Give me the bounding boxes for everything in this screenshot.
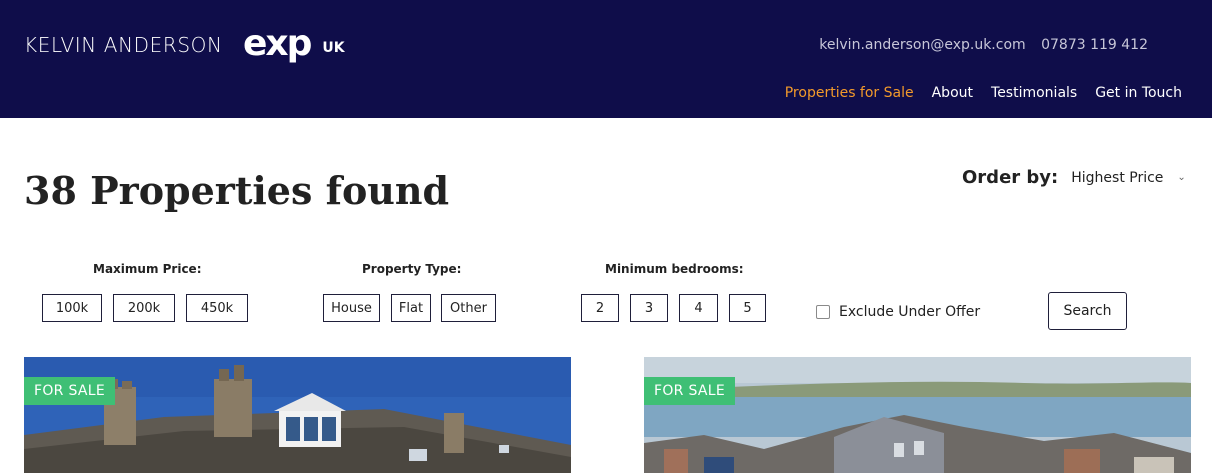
type-other-button[interactable]: Other bbox=[441, 294, 496, 322]
exclude-under-offer[interactable]: Exclude Under Offer bbox=[816, 304, 980, 320]
search-button[interactable]: Search bbox=[1048, 292, 1127, 330]
contact-phone-link[interactable]: 07873 119 412 bbox=[1041, 37, 1148, 53]
chevron-down-icon[interactable]: ⌄ bbox=[1177, 172, 1185, 183]
listing-card[interactable]: FOR SALE bbox=[24, 357, 571, 473]
order-by-label: Order by: bbox=[962, 167, 1059, 188]
exclude-under-offer-checkbox[interactable] bbox=[816, 305, 830, 319]
bedrooms-5-button[interactable]: 5 bbox=[729, 294, 766, 322]
listing-card[interactable]: FOR SALE bbox=[644, 357, 1191, 473]
exp-logo[interactable]: exp UK bbox=[243, 26, 345, 62]
order-by-select[interactable]: Order by: Highest Price ⌄ bbox=[962, 167, 1186, 188]
brand-name[interactable]: KELVIN ANDERSON bbox=[24, 33, 223, 57]
contact-email-link[interactable]: kelvin.anderson@exp.uk.com bbox=[819, 37, 1025, 53]
page-title: 38 Properties found bbox=[24, 168, 450, 213]
logo-region: UK bbox=[322, 40, 345, 56]
listing-photo-stone-house[interactable] bbox=[24, 357, 571, 473]
property-type-label: Property Type: bbox=[362, 262, 462, 276]
listing-photo-bay-view[interactable] bbox=[644, 357, 1191, 473]
exclude-under-offer-label[interactable]: Exclude Under Offer bbox=[839, 304, 980, 320]
nav-testimonials[interactable]: Testimonials bbox=[991, 85, 1077, 101]
logo-text: exp bbox=[243, 23, 312, 64]
max-price-100k-button[interactable]: 100k bbox=[42, 294, 102, 322]
for-sale-badge: FOR SALE bbox=[644, 377, 736, 405]
for-sale-badge: FOR SALE bbox=[24, 377, 116, 405]
site-header: KELVIN ANDERSON exp UK kelvin.anderson@e… bbox=[0, 0, 1212, 118]
max-price-450k-button[interactable]: 450k bbox=[186, 294, 248, 322]
type-flat-button[interactable]: Flat bbox=[391, 294, 431, 322]
contact-info: kelvin.anderson@exp.uk.com 07873 119 412 bbox=[819, 37, 1148, 53]
max-price-200k-button[interactable]: 200k bbox=[113, 294, 175, 322]
bedrooms-4-button[interactable]: 4 bbox=[679, 294, 718, 322]
type-house-button[interactable]: House bbox=[323, 294, 380, 322]
nav-properties-for-sale[interactable]: Properties for Sale bbox=[785, 85, 914, 101]
nav-about[interactable]: About bbox=[932, 85, 973, 101]
min-bedrooms-label: Minimum bedrooms: bbox=[605, 262, 744, 276]
nav-get-in-touch[interactable]: Get in Touch bbox=[1095, 85, 1182, 101]
main-nav: Properties for Sale About Testimonials G… bbox=[785, 85, 1182, 101]
bedrooms-2-button[interactable]: 2 bbox=[581, 294, 619, 322]
bedrooms-3-button[interactable]: 3 bbox=[630, 294, 668, 322]
order-by-value[interactable]: Highest Price bbox=[1071, 170, 1163, 186]
max-price-label: Maximum Price: bbox=[93, 262, 202, 276]
